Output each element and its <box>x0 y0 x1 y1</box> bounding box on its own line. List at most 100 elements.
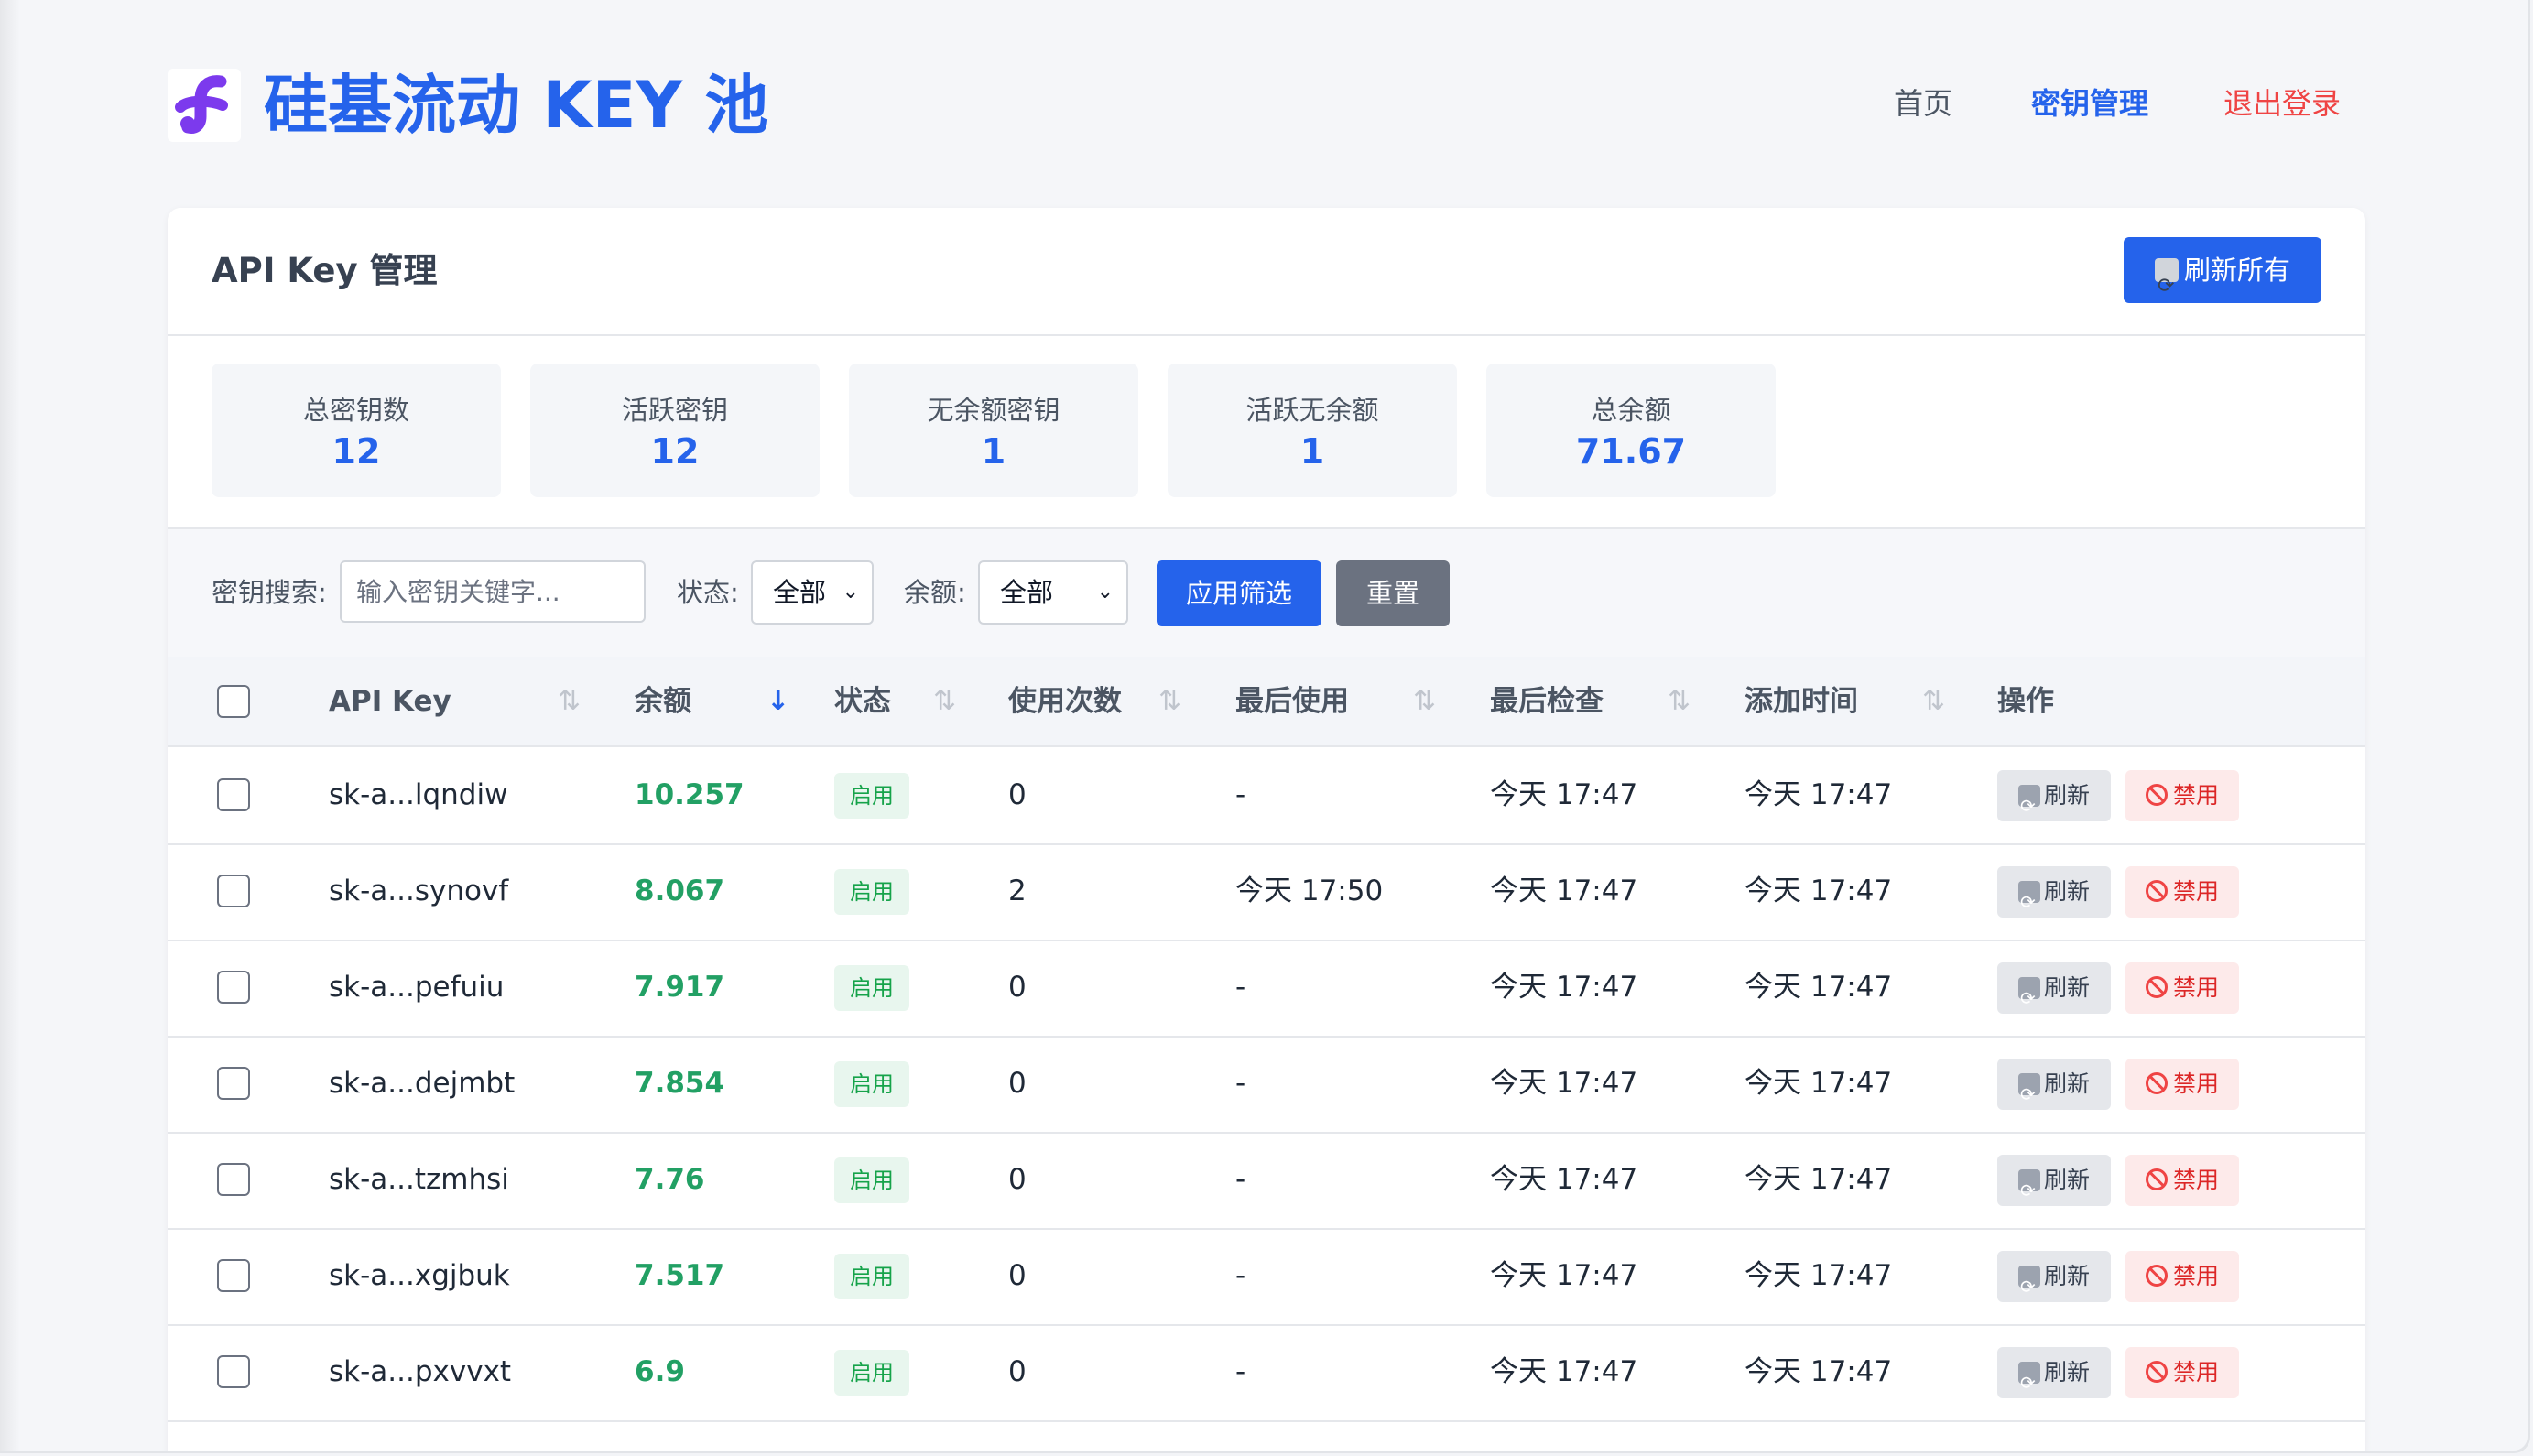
row-refresh-button[interactable]: 刷新 <box>1997 962 2111 1024</box>
last-check-cell: 今天 17:47 <box>1490 1355 1638 1388</box>
stat-total-keys: 总密钥数 12 <box>212 364 501 497</box>
reset-filter-button[interactable]: 重置 <box>1336 560 1450 626</box>
search-label: 密钥搜索: <box>212 577 327 608</box>
refresh-icon <box>2017 1261 2040 1312</box>
last-used-cell: - <box>1235 971 1246 1004</box>
disable-label: 禁用 <box>2172 878 2219 905</box>
table-row: sk-a...pefuiu 7.917 启用 0 - 今天 17:47 今天 1… <box>168 940 2365 1038</box>
logo-icon <box>175 75 228 134</box>
row-disable-button[interactable]: 禁用 <box>2125 1155 2239 1206</box>
status-badge-partial <box>834 1451 909 1453</box>
sort-icon[interactable]: ⇅ <box>1922 657 1945 745</box>
added-time-cell: 今天 17:47 <box>1745 1163 1893 1196</box>
refresh-icon <box>2017 972 2040 1024</box>
table-row: sk-a...dejmbt 7.854 启用 0 - 今天 17:47 今天 1… <box>168 1036 2365 1134</box>
row-refresh-button-partial[interactable] <box>1997 1451 2111 1453</box>
balance-cell: 7.854 <box>635 1067 725 1100</box>
last-used-cell: - <box>1235 1163 1246 1196</box>
disable-label: 禁用 <box>2172 1070 2219 1097</box>
row-refresh-button[interactable]: 刷新 <box>1997 1251 2111 1312</box>
table-row: sk-a...tzmhsi 7.76 启用 0 - 今天 17:47 今天 17… <box>168 1132 2365 1230</box>
prohibited-icon <box>2145 1072 2168 1094</box>
row-checkbox[interactable] <box>217 1163 250 1196</box>
col-balance[interactable]: 余额 <box>635 657 691 745</box>
added-time-cell: 今天 17:47 <box>1745 1067 1893 1100</box>
row-disable-button[interactable]: 禁用 <box>2125 770 2239 821</box>
row-disable-button[interactable]: 禁用 <box>2125 962 2239 1014</box>
last-used-cell: - <box>1235 1355 1246 1388</box>
refresh-all-button[interactable]: 刷新所有 <box>2124 237 2321 320</box>
prohibited-icon <box>2145 784 2168 806</box>
card-header: API Key 管理 刷新所有 <box>168 208 2365 336</box>
added-time-cell: 今天 17:47 <box>1745 971 1893 1004</box>
api-key-cell: sk-a...xgjbuk <box>329 1259 510 1292</box>
stat-total-balance: 总余额 71.67 <box>1486 364 1776 497</box>
row-refresh-button[interactable]: 刷新 <box>1997 770 2111 831</box>
apply-filter-button[interactable]: 应用筛选 <box>1157 560 1321 626</box>
last-used-cell: - <box>1235 778 1246 811</box>
status-badge: 启用 <box>834 1254 909 1299</box>
sort-icon[interactable]: ⇅ <box>1158 657 1181 745</box>
status-select[interactable]: 全部 ⌄ <box>751 560 874 625</box>
stat-active-keys: 活跃密钥 12 <box>530 364 820 497</box>
sort-desc-icon[interactable]: ↓ <box>766 657 789 745</box>
status-badge: 启用 <box>834 1350 909 1396</box>
status-badge: 启用 <box>834 965 909 1011</box>
row-checkbox[interactable] <box>217 778 250 811</box>
key-search-input[interactable] <box>340 560 646 623</box>
refresh-label: 刷新 <box>2043 1070 2090 1097</box>
col-status[interactable]: 状态 <box>834 657 891 745</box>
app-window: 硅基流动 KEY 池 首页 密钥管理 退出登录 API Key 管理 刷新所有 … <box>0 0 2530 1453</box>
table-row-partial <box>168 1426 2365 1453</box>
stat-label: 总余额 <box>1591 395 1671 426</box>
stat-label: 活跃密钥 <box>621 395 728 426</box>
refresh-label: 刷新 <box>2043 1167 2090 1193</box>
row-disable-button-partial[interactable] <box>2125 1451 2239 1453</box>
table-header: API Key ⇅ 余额 ↓ 状态 ⇅ 使用次数 ⇅ 最后使用 ⇅ 最后检查 ⇅… <box>168 657 2365 747</box>
row-disable-button[interactable]: 禁用 <box>2125 1059 2239 1110</box>
col-usage-count[interactable]: 使用次数 <box>1008 657 1122 745</box>
sort-icon[interactable]: ⇅ <box>1413 657 1436 745</box>
col-last-check[interactable]: 最后检查 <box>1490 657 1604 745</box>
row-refresh-button[interactable]: 刷新 <box>1997 1155 2111 1216</box>
stat-value: 12 <box>332 431 381 472</box>
col-api-key[interactable]: API Key <box>329 657 451 745</box>
stat-label: 活跃无余额 <box>1245 395 1379 426</box>
disable-label: 禁用 <box>2172 1359 2219 1385</box>
prohibited-icon <box>2145 1361 2168 1383</box>
row-checkbox[interactable] <box>217 1355 250 1388</box>
row-disable-button[interactable]: 禁用 <box>2125 1251 2239 1302</box>
row-disable-button[interactable]: 禁用 <box>2125 1347 2239 1398</box>
row-checkbox[interactable] <box>217 1259 250 1292</box>
sort-icon[interactable]: ⇅ <box>933 657 956 745</box>
row-refresh-button[interactable]: 刷新 <box>1997 1347 2111 1408</box>
row-refresh-button[interactable]: 刷新 <box>1997 866 2111 928</box>
row-refresh-button[interactable]: 刷新 <box>1997 1059 2111 1120</box>
added-time-cell: 今天 17:47 <box>1745 1259 1893 1292</box>
stat-no-balance-keys: 无余额密钥 1 <box>849 364 1138 497</box>
key-management-card: API Key 管理 刷新所有 总密钥数 12 活跃密钥 12 无余额密钥 1 … <box>168 208 2365 1453</box>
filter-bar: 密钥搜索: 状态: 全部 ⌄ 余额: 全部 ⌄ 应用筛选 重置 <box>168 527 2365 659</box>
table-row: sk-a...xgjbuk 7.517 启用 0 - 今天 17:47 今天 1… <box>168 1228 2365 1326</box>
balance-cell: 7.917 <box>635 971 725 1004</box>
row-checkbox[interactable] <box>217 875 250 907</box>
usage-count-cell: 2 <box>1008 875 1027 907</box>
balance-select-value: 全部 <box>1000 577 1054 608</box>
row-checkbox[interactable] <box>217 1067 250 1100</box>
col-added-time[interactable]: 添加时间 <box>1745 657 1858 745</box>
stat-label: 总密钥数 <box>302 395 409 426</box>
row-disable-button[interactable]: 禁用 <box>2125 866 2239 918</box>
row-checkbox[interactable] <box>217 971 250 1004</box>
col-last-used[interactable]: 最后使用 <box>1235 657 1349 745</box>
select-all-checkbox[interactable] <box>217 685 250 718</box>
refresh-icon <box>2154 254 2179 320</box>
sort-icon[interactable]: ⇅ <box>1668 657 1690 745</box>
prohibited-icon <box>2145 976 2168 998</box>
usage-count-cell: 0 <box>1008 971 1027 1004</box>
sort-icon[interactable]: ⇅ <box>558 657 581 745</box>
nav-keys-link[interactable]: 密钥管理 <box>2031 81 2148 126</box>
nav-home-link[interactable]: 首页 <box>1894 81 1952 126</box>
nav-logout-link[interactable]: 退出登录 <box>2223 81 2341 126</box>
balance-cell: 7.76 <box>635 1163 705 1196</box>
balance-select[interactable]: 全部 ⌄ <box>978 560 1128 625</box>
